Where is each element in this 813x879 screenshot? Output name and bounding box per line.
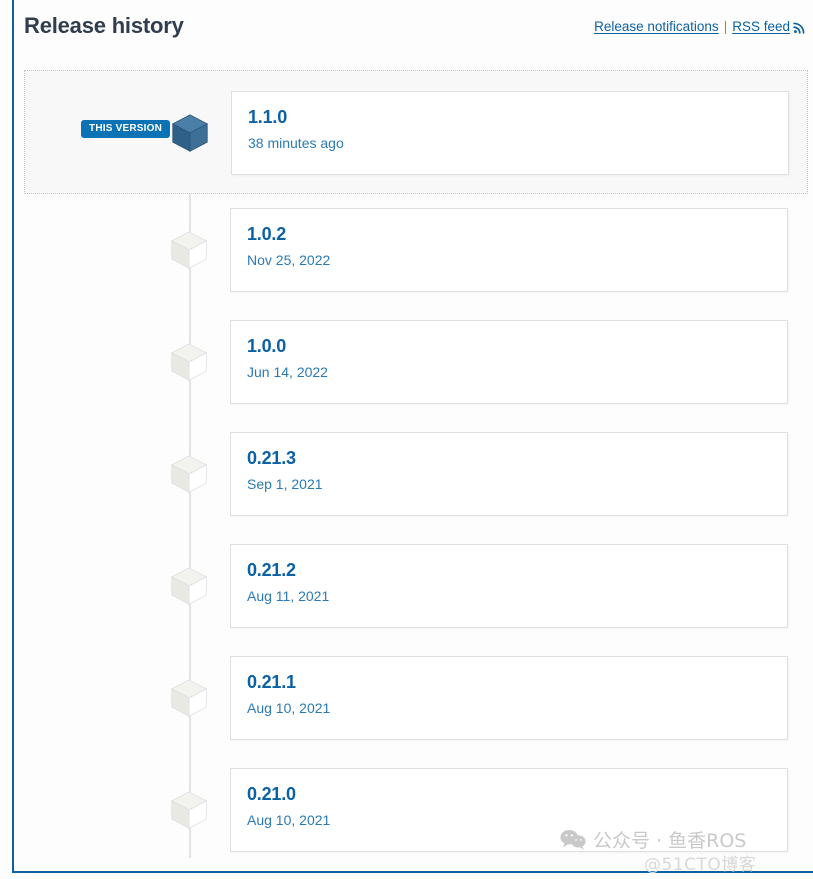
release-date: 38 minutes ago bbox=[248, 135, 344, 151]
cube-icon bbox=[166, 339, 214, 387]
release-row: 0.21.2 Aug 11, 2021 bbox=[24, 530, 809, 642]
header-links: Release notifications | RSS feed bbox=[594, 19, 806, 34]
panel-bottom-accent-rule bbox=[12, 871, 813, 873]
cube-icon-active bbox=[167, 110, 215, 158]
release-version: 0.21.1 bbox=[247, 672, 296, 692]
release-version: 1.0.2 bbox=[247, 224, 287, 244]
rss-icon bbox=[793, 21, 806, 34]
release-notifications-link[interactable]: Release notifications bbox=[594, 19, 719, 34]
release-version: 0.21.0 bbox=[247, 784, 296, 804]
release-row: 0.21.0 Aug 10, 2021 bbox=[24, 754, 809, 866]
page-title: Release history bbox=[24, 13, 184, 38]
release-row: 1.0.0 Jun 14, 2022 bbox=[24, 306, 809, 418]
release-row: 0.21.3 Sep 1, 2021 bbox=[24, 418, 809, 530]
cube-icon bbox=[166, 451, 214, 499]
release-version: 1.0.0 bbox=[247, 336, 287, 356]
this-version-badge-cell: THIS VERSION bbox=[70, 118, 170, 138]
release-date: Jun 14, 2022 bbox=[247, 364, 328, 380]
release-card[interactable]: 1.0.0 Jun 14, 2022 bbox=[230, 320, 788, 404]
release-row: 1.0.2 Nov 25, 2022 bbox=[24, 194, 809, 306]
cube-icon bbox=[166, 787, 214, 835]
release-version: 0.21.3 bbox=[247, 448, 296, 468]
release-date: Aug 11, 2021 bbox=[247, 588, 330, 604]
release-version: 0.21.2 bbox=[247, 560, 296, 580]
cube-icon bbox=[166, 675, 214, 723]
release-row: 0.21.1 Aug 10, 2021 bbox=[24, 642, 809, 754]
panel-left-accent-rule bbox=[12, 0, 14, 872]
release-card[interactable]: 0.21.2 Aug 11, 2021 bbox=[230, 544, 788, 628]
release-row: THIS VERSION 1.1.0 38 minutes ago bbox=[24, 70, 808, 194]
rss-feed-label: RSS feed bbox=[732, 19, 790, 34]
rss-feed-link[interactable]: RSS feed bbox=[732, 19, 806, 34]
cube-icon bbox=[166, 227, 214, 275]
release-card[interactable]: 0.21.1 Aug 10, 2021 bbox=[230, 656, 788, 740]
release-date: Sep 1, 2021 bbox=[247, 476, 323, 492]
release-card[interactable]: 0.21.0 Aug 10, 2021 bbox=[230, 768, 788, 852]
page-header: Release history Release notifications | … bbox=[24, 8, 806, 52]
release-timeline: THIS VERSION 1.1.0 38 minutes ago 1.0.2 Nov … bbox=[24, 70, 809, 870]
release-history-page: Release history Release notifications | … bbox=[0, 0, 813, 879]
release-version: 1.1.0 bbox=[248, 107, 288, 127]
release-date: Aug 10, 2021 bbox=[247, 812, 331, 828]
cube-icon bbox=[166, 563, 214, 611]
status-badge: THIS VERSION bbox=[81, 120, 170, 138]
link-separator: | bbox=[723, 19, 728, 34]
release-date: Nov 25, 2022 bbox=[247, 252, 331, 268]
release-card[interactable]: 1.0.2 Nov 25, 2022 bbox=[230, 208, 788, 292]
release-card[interactable]: 1.1.0 38 minutes ago bbox=[231, 91, 789, 175]
release-date: Aug 10, 2021 bbox=[247, 700, 331, 716]
release-card[interactable]: 0.21.3 Sep 1, 2021 bbox=[230, 432, 788, 516]
